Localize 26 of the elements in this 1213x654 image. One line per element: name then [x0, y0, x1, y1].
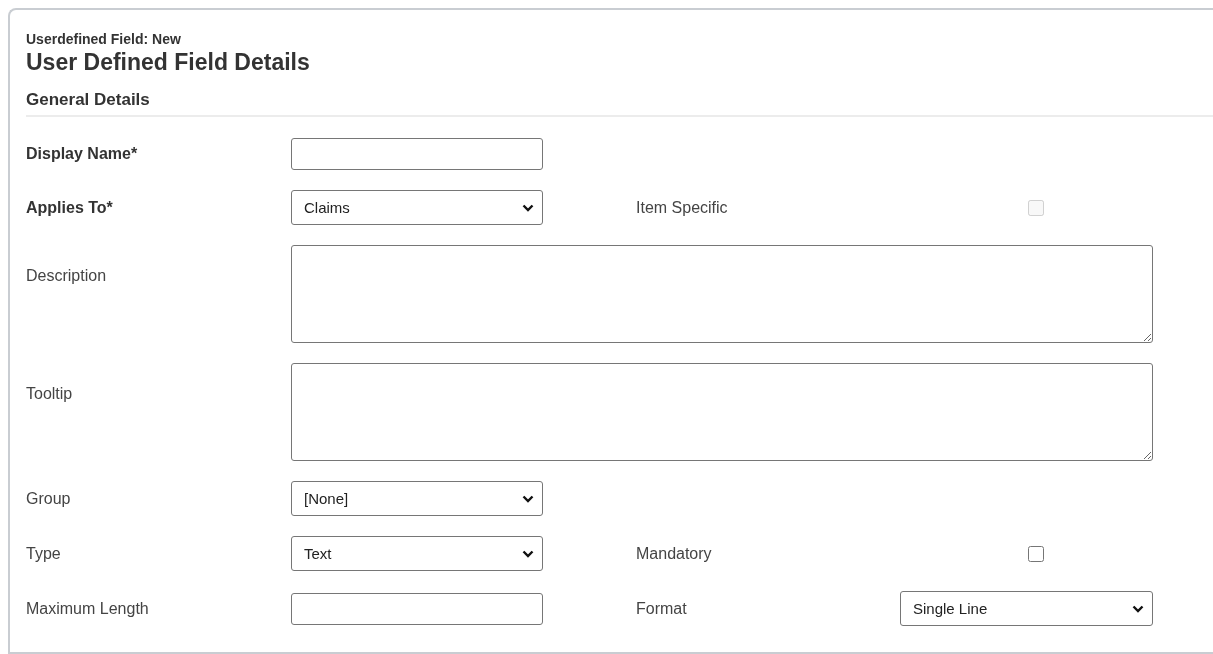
dropdown[interactable]: Text [291, 536, 543, 571]
chevron-down-icon [522, 494, 534, 503]
text-area[interactable] [291, 363, 1153, 461]
field-label: Type [26, 544, 62, 563]
field-label: Mandatory [636, 544, 713, 563]
field-label: Item Specific [636, 198, 729, 217]
text-field[interactable] [291, 138, 543, 170]
breadcrumb: Userdefined Field: New [26, 31, 182, 47]
chevron-down-icon [1132, 604, 1144, 613]
field-label: Applies To* [26, 198, 114, 217]
text-field[interactable] [291, 592, 543, 625]
dropdown[interactable]: Claims [291, 190, 543, 225]
field-label: Group [26, 489, 72, 508]
chevron-down-icon [522, 549, 534, 558]
chevron-down-icon [522, 203, 534, 212]
field-label: Tooltip [26, 384, 74, 403]
field-label: Format [636, 599, 688, 618]
section-title: General Details [26, 90, 150, 110]
dropdown[interactable]: Single Line [900, 591, 1153, 626]
page-title: User Defined Field Details [26, 49, 310, 76]
field-label: Maximum Length [26, 599, 150, 618]
field-label: Display Name* [26, 145, 139, 163]
checkbox[interactable] [1028, 545, 1044, 562]
dropdown[interactable]: [None] [291, 481, 543, 516]
field-label: Description [26, 266, 108, 285]
text-area[interactable] [291, 245, 1153, 343]
